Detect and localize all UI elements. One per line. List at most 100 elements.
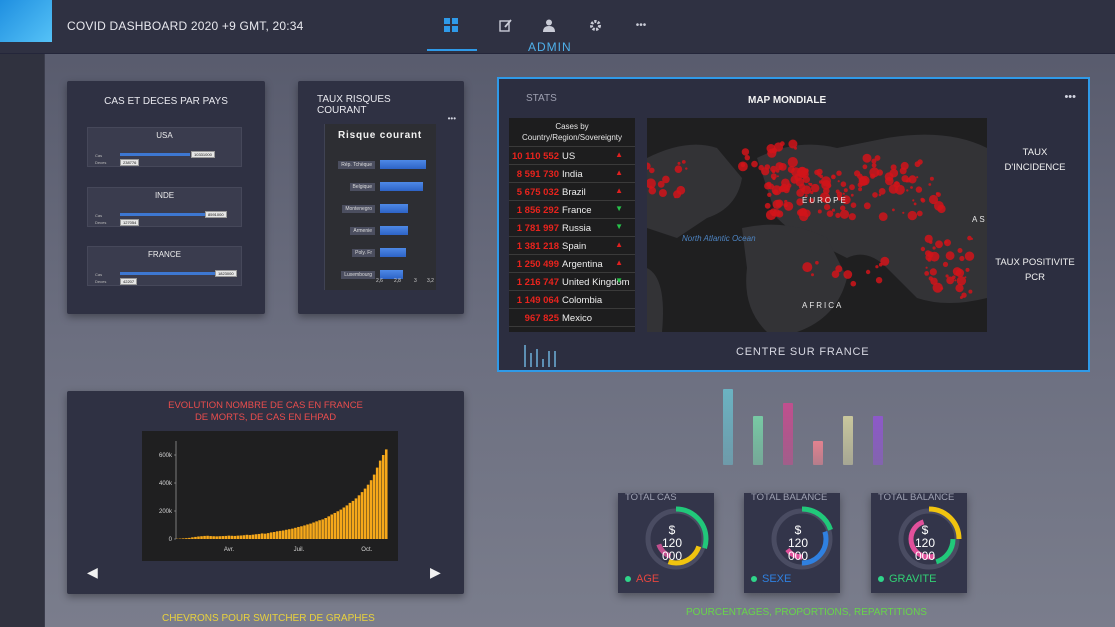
world-map[interactable]: North Atlantic Ocean EUROPE AFRICA AS — [647, 118, 987, 332]
case-bubble — [927, 251, 934, 258]
user-label[interactable]: ADMIN — [528, 40, 572, 54]
donut-legend[interactable]: SEXE — [751, 573, 791, 585]
axis-tick: 3 — [414, 278, 417, 284]
case-bubble — [850, 193, 854, 197]
case-bubble — [773, 189, 779, 195]
cas-deces-title: CAS ET DECES PAR PAYS — [104, 96, 228, 107]
case-bubble — [677, 161, 681, 165]
app-logo[interactable] — [0, 0, 52, 42]
case-bubble — [954, 279, 957, 282]
donut-title: TOTAL BALANCE — [751, 492, 828, 503]
donut-legend[interactable]: GRAVITE — [878, 573, 936, 585]
chevron-left-icon[interactable]: ◀ — [87, 564, 98, 581]
case-row[interactable]: 967 825 Mexico — [509, 308, 635, 326]
case-bubble — [908, 175, 917, 184]
case-bubble — [797, 209, 804, 217]
stats-label[interactable]: STATS — [526, 93, 557, 104]
cases-bar — [239, 535, 243, 539]
case-count: 8 591 730 — [516, 169, 559, 180]
deces-value: 238776 — [120, 159, 140, 166]
case-count: 1 856 292 — [516, 205, 559, 216]
risk-country-label: Armenie — [350, 227, 375, 235]
country-panel-france[interactable]: FRANCE Cas Deces 1823000 42207 — [87, 246, 242, 286]
cases-bar — [206, 535, 209, 539]
proportion-bar — [873, 415, 883, 465]
case-bubble — [814, 169, 820, 175]
taux-positivite-label[interactable]: TAUX POSITIVITE PCR — [990, 255, 1080, 285]
case-row[interactable]: 5 675 032 Brazil ▲ — [509, 182, 635, 200]
case-row[interactable]: 1 149 064 Colombia — [509, 290, 635, 308]
risk-row[interactable]: Armenie — [325, 223, 437, 237]
case-row[interactable]: 1 856 292 France ▼ — [509, 200, 635, 218]
cases-bar — [212, 536, 215, 539]
centre-sur-france-button[interactable]: CENTRE SUR FRANCE — [736, 346, 869, 358]
cas-value: 10331000 — [191, 151, 215, 158]
case-bubble — [840, 181, 847, 187]
case-row[interactable]: 1 381 218 Spain ▲ — [509, 236, 635, 254]
legend-dot-icon — [878, 576, 884, 583]
cases-bar — [333, 512, 337, 539]
case-bubble — [848, 213, 856, 221]
cases-bar — [278, 530, 282, 539]
case-bubble — [837, 180, 840, 183]
cas-deces-card: CAS ET DECES PAR PAYS USA Cas Deces 1033… — [67, 81, 265, 314]
case-bubble — [674, 165, 683, 173]
case-row[interactable]: 1 250 499 Argentina ▲ — [509, 254, 635, 272]
cases-list[interactable]: Cases by Country/Region/Sovereignty 10 1… — [509, 118, 635, 332]
donut-card[interactable]: TOTAL BALANCE $120 000 GRAVITE — [871, 492, 967, 593]
cases-bar — [288, 529, 291, 539]
case-bubble — [913, 202, 917, 206]
cases-bar — [363, 488, 367, 539]
donut-card[interactable]: TOTAL BALANCE $120 000 SEXE — [744, 492, 840, 593]
country-panel-inde[interactable]: INDE Cas Deces 8591000 127054 — [87, 187, 242, 227]
user-icon[interactable] — [540, 16, 558, 34]
risk-country-label: Poly. Fr — [352, 249, 375, 257]
case-bubble — [927, 257, 932, 262]
case-bubble — [775, 162, 784, 171]
donut-title: TOTAL BALANCE — [878, 492, 955, 503]
more-icon[interactable]: ••• — [632, 16, 650, 34]
case-bubble — [676, 185, 686, 195]
bars-icon[interactable] — [524, 341, 564, 367]
trend-up-icon: ▲ — [615, 258, 623, 267]
cases-bar — [324, 518, 327, 539]
case-row[interactable]: 1 781 997 Russia ▼ — [509, 218, 635, 236]
chevron-right-icon[interactable]: ▶ — [430, 564, 441, 581]
case-bubble — [863, 202, 871, 210]
cases-bar — [369, 480, 373, 539]
risk-row[interactable]: Poly. Fr — [325, 245, 437, 259]
case-bubble — [916, 210, 923, 217]
donut-card[interactable]: TOTAL CAS $120 000 AGE — [618, 492, 714, 593]
risk-row[interactable]: Montenegro — [325, 201, 437, 215]
trend-up-icon: ▲ — [615, 240, 623, 249]
gear-icon[interactable] — [586, 16, 604, 34]
case-row[interactable]: 1 216 747 United Kingdom ▼ — [509, 272, 635, 290]
case-bubble — [858, 187, 863, 192]
evolution-chart: 0 200k 400k 600k Avr. Juil. Oct. — [142, 431, 398, 561]
case-bubble — [685, 167, 688, 170]
legend-dot-icon — [751, 576, 757, 583]
case-bubble — [956, 276, 967, 286]
case-row[interactable]: 942 000Italy — [509, 326, 635, 332]
case-bubble — [787, 157, 798, 168]
axis-tick: 2,8 — [394, 278, 401, 284]
case-bubble — [929, 268, 937, 276]
edit-icon[interactable] — [496, 16, 514, 34]
dashboard-icon[interactable] — [442, 16, 460, 34]
more-icon[interactable]: ••• — [448, 114, 456, 123]
taux-incidence-label[interactable]: TAUX D'INCIDENCE — [999, 145, 1071, 175]
case-row[interactable]: 10 110 552 US ▲ — [509, 146, 635, 164]
cas-label: Cas — [95, 213, 103, 218]
risk-row[interactable]: Belgique — [325, 179, 437, 193]
risk-row[interactable]: Rép. Tchèque — [325, 157, 437, 171]
case-row[interactable]: 8 591 730 India ▲ — [509, 164, 635, 182]
cas-bar — [120, 272, 215, 275]
donut-legend[interactable]: AGE — [625, 573, 659, 585]
case-bubble — [811, 273, 814, 277]
cases-bar — [230, 535, 234, 539]
country-panel-usa[interactable]: USA Cas Deces 10331000 238776 — [87, 127, 242, 167]
more-icon[interactable]: ••• — [1064, 91, 1076, 103]
case-bubble — [790, 175, 799, 184]
case-bubble — [843, 270, 853, 279]
cases-bar — [366, 484, 370, 539]
